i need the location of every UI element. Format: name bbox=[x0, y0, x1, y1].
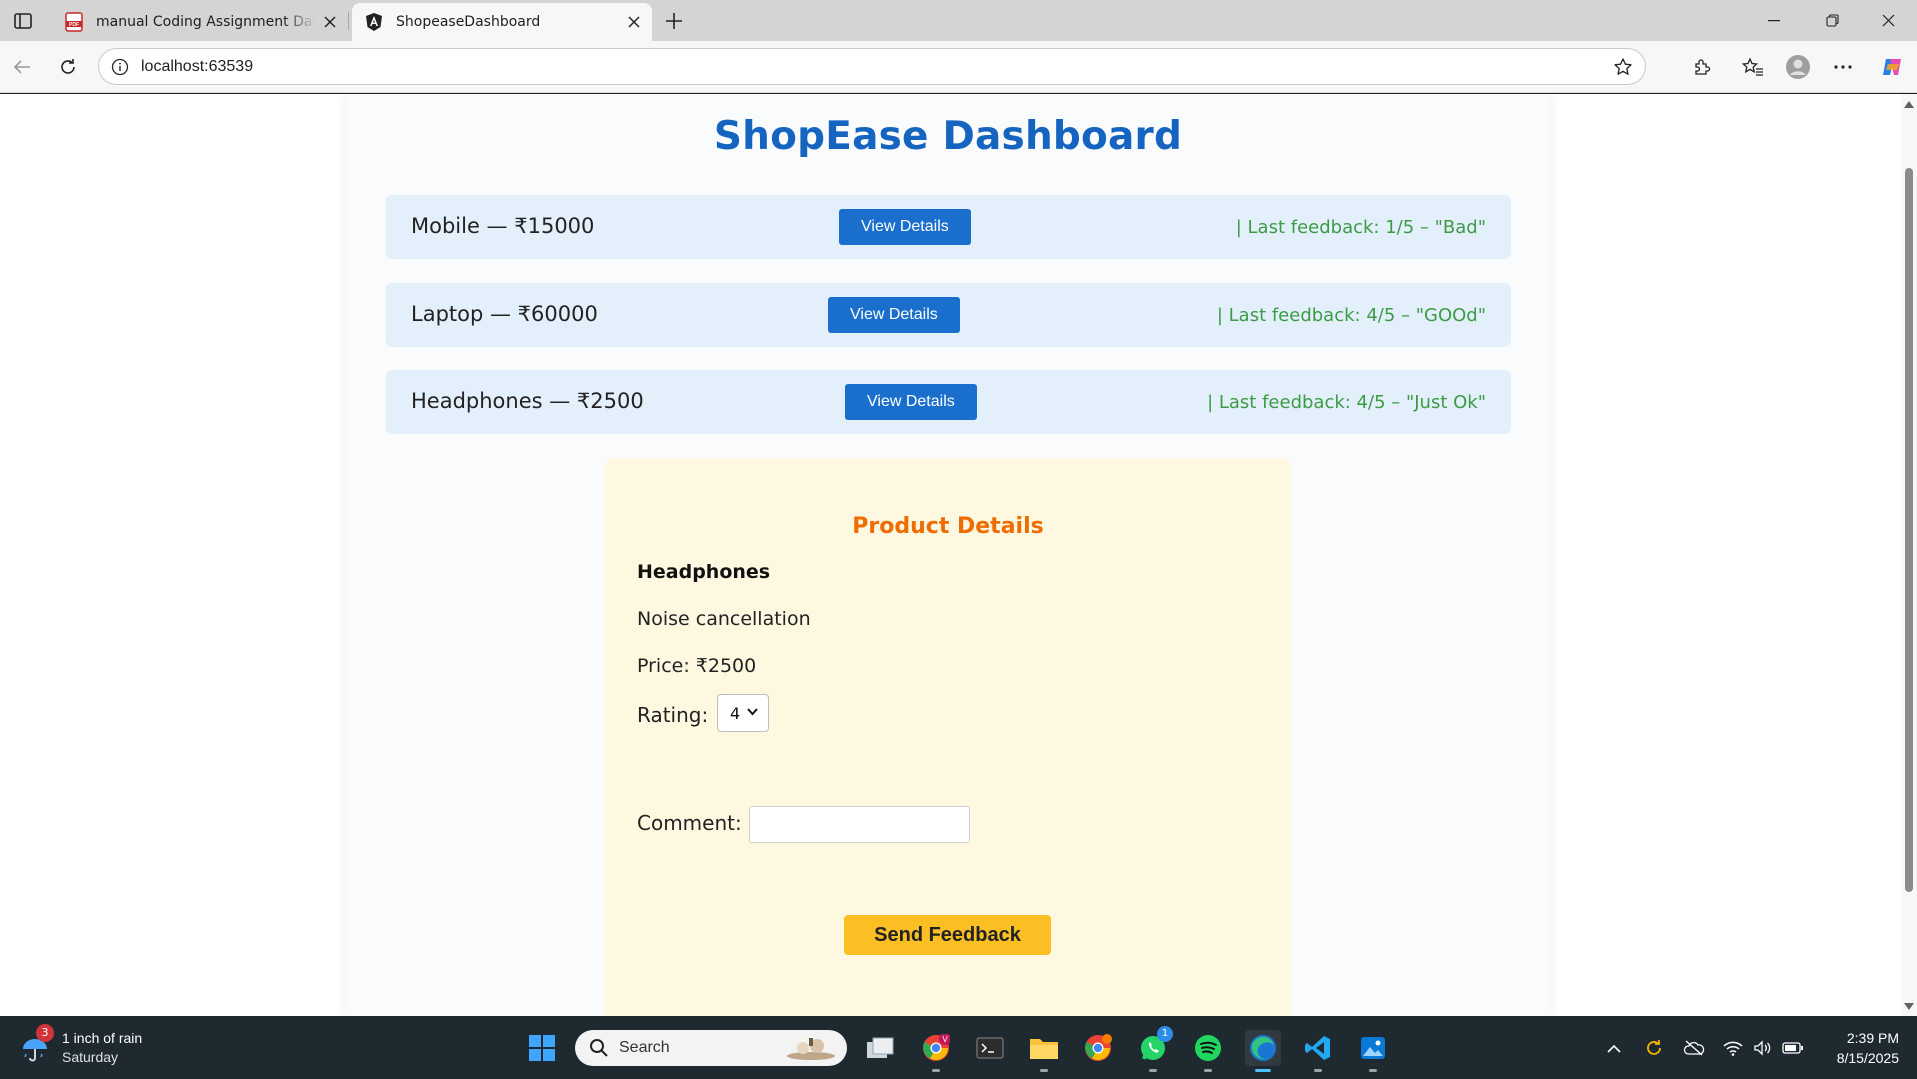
profile-avatar-icon[interactable] bbox=[1782, 51, 1814, 83]
weather-day: Saturday bbox=[62, 1049, 119, 1065]
whatsapp-badge: 1 bbox=[1157, 1026, 1173, 1042]
weather-widget[interactable]: 3 1 inch of rain Saturday bbox=[20, 1024, 220, 1068]
browser-toolbar: localhost:63539 bbox=[0, 41, 1917, 93]
clock-time: 2:39 PM bbox=[1846, 1030, 1899, 1046]
rating-select[interactable]: 4 bbox=[717, 694, 769, 732]
angular-icon bbox=[364, 12, 384, 32]
details-product-name: Headphones bbox=[637, 561, 771, 583]
rating-label: Rating: bbox=[637, 703, 709, 727]
battery-icon[interactable] bbox=[1781, 1038, 1805, 1058]
details-price: Price: ₹2500 bbox=[637, 655, 757, 677]
running-indicator bbox=[932, 1069, 940, 1072]
product-name-price: Headphones — ₹2500 bbox=[411, 389, 644, 413]
last-feedback-text: | Last feedback: 4/5 – "Just Ok" bbox=[1207, 392, 1486, 413]
tab-title: manual Coding Assignment Day 2 bbox=[96, 14, 316, 30]
chevron-up-icon[interactable] bbox=[1602, 1038, 1626, 1058]
file-explorer-icon[interactable] bbox=[1026, 1030, 1062, 1072]
favorites-icon[interactable] bbox=[1737, 51, 1769, 83]
product-row-mobile: Mobile — ₹15000 View Details | Last feed… bbox=[386, 195, 1511, 259]
details-heading: Product Details bbox=[852, 514, 1044, 539]
weather-badge: 3 bbox=[36, 1024, 54, 1042]
running-indicator bbox=[1204, 1069, 1212, 1072]
vertical-scrollbar[interactable] bbox=[1901, 94, 1917, 1016]
windows-start-icon[interactable] bbox=[524, 1030, 560, 1066]
whatsapp-icon[interactable]: 1 bbox=[1135, 1026, 1173, 1072]
page-title: ShopEase Dashboard bbox=[713, 114, 1183, 159]
clock-date: 8/15/2025 bbox=[1836, 1050, 1899, 1066]
extensions-icon[interactable] bbox=[1686, 51, 1718, 83]
svg-text:V: V bbox=[942, 1035, 948, 1044]
spotify-icon[interactable] bbox=[1190, 1030, 1226, 1072]
page-viewport: ShopEase Dashboard Mobile — ₹15000 View … bbox=[0, 94, 1917, 1016]
tab-actions-icon[interactable] bbox=[8, 6, 38, 36]
windows-taskbar: 3 1 inch of rain Saturday Search V 1 2:3… bbox=[0, 1016, 1917, 1079]
photos-app-icon[interactable] bbox=[1355, 1030, 1391, 1072]
restore-icon[interactable] bbox=[1803, 0, 1861, 41]
search-highlight-icon bbox=[787, 1038, 835, 1060]
wifi-icon[interactable] bbox=[1721, 1038, 1745, 1058]
product-name-price: Mobile — ₹15000 bbox=[411, 214, 595, 238]
minimize-icon[interactable] bbox=[1745, 0, 1803, 41]
pdf-icon: PDF bbox=[64, 12, 84, 32]
address-bar[interactable]: localhost:63539 bbox=[98, 48, 1646, 85]
scroll-down-arrow-icon[interactable] bbox=[1904, 1003, 1914, 1010]
close-window-icon[interactable] bbox=[1859, 0, 1917, 41]
tab-pdf-document[interactable]: PDF manual Coding Assignment Day 2 bbox=[52, 3, 348, 41]
tab-divider bbox=[348, 12, 349, 30]
chrome-profile-icon[interactable] bbox=[1080, 1030, 1116, 1066]
running-indicator bbox=[1314, 1069, 1322, 1072]
close-icon[interactable] bbox=[316, 8, 344, 36]
search-icon bbox=[590, 1039, 608, 1057]
scrollbar-thumb[interactable] bbox=[1905, 168, 1913, 892]
comment-label: Comment: bbox=[637, 811, 742, 835]
more-options-icon[interactable] bbox=[1827, 51, 1859, 83]
url-text: localhost:63539 bbox=[141, 58, 254, 75]
volume-icon[interactable] bbox=[1751, 1038, 1775, 1058]
sync-icon[interactable] bbox=[1642, 1038, 1666, 1058]
tab-shopease-dashboard[interactable]: ShopeaseDashboard bbox=[352, 3, 652, 41]
product-name-price: Laptop — ₹60000 bbox=[411, 302, 598, 326]
product-details-panel: Product Details Headphones Noise cancell… bbox=[605, 458, 1291, 1016]
dashboard-container: ShopEase Dashboard Mobile — ₹15000 View … bbox=[345, 94, 1551, 1016]
chevron-down-icon bbox=[747, 708, 758, 716]
running-indicator bbox=[1040, 1069, 1048, 1072]
edge-browser-icon[interactable] bbox=[1245, 1030, 1281, 1072]
task-view-icon[interactable] bbox=[862, 1030, 898, 1066]
terminal-icon[interactable] bbox=[972, 1030, 1008, 1066]
details-description: Noise cancellation bbox=[637, 608, 811, 630]
browser-tab-bar: PDF manual Coding Assignment Day 2 Shope… bbox=[0, 0, 1917, 41]
system-clock[interactable]: 2:39 PM 8/15/2025 bbox=[1837, 1028, 1899, 1068]
svg-text:PDF: PDF bbox=[69, 22, 79, 28]
onedrive-offline-icon[interactable] bbox=[1682, 1038, 1706, 1058]
weather-text: 1 inch of rain bbox=[62, 1030, 143, 1046]
favorite-star-icon[interactable] bbox=[1611, 55, 1635, 79]
running-indicator bbox=[1255, 1069, 1271, 1072]
view-details-button[interactable]: View Details bbox=[845, 384, 977, 420]
close-icon[interactable] bbox=[620, 8, 648, 36]
send-feedback-button[interactable]: Send Feedback bbox=[844, 915, 1051, 955]
new-tab-icon[interactable] bbox=[659, 6, 689, 36]
copilot-icon[interactable] bbox=[1876, 51, 1908, 83]
product-row-headphones: Headphones — ₹2500 View Details | Last f… bbox=[386, 370, 1511, 434]
rating-value: 4 bbox=[730, 703, 741, 723]
running-indicator bbox=[1369, 1069, 1377, 1072]
vscode-icon[interactable] bbox=[1300, 1030, 1336, 1072]
comment-input[interactable] bbox=[749, 806, 970, 843]
search-placeholder: Search bbox=[619, 1039, 670, 1056]
last-feedback-text: | Last feedback: 4/5 – "GOOd" bbox=[1216, 305, 1486, 326]
chrome-profile-v-icon[interactable]: V bbox=[918, 1030, 954, 1072]
info-icon[interactable] bbox=[109, 56, 131, 78]
last-feedback-text: | Last feedback: 1/5 – "Bad" bbox=[1235, 217, 1486, 238]
view-details-button[interactable]: View Details bbox=[839, 209, 971, 245]
product-row-laptop: Laptop — ₹60000 View Details | Last feed… bbox=[386, 283, 1511, 347]
taskbar-search-box[interactable]: Search bbox=[575, 1030, 847, 1066]
scroll-up-arrow-icon[interactable] bbox=[1904, 101, 1914, 108]
back-icon[interactable] bbox=[6, 51, 38, 83]
refresh-icon[interactable] bbox=[52, 51, 84, 83]
tab-title: ShopeaseDashboard bbox=[396, 14, 541, 30]
view-details-button[interactable]: View Details bbox=[828, 297, 960, 333]
running-indicator bbox=[1149, 1069, 1157, 1072]
